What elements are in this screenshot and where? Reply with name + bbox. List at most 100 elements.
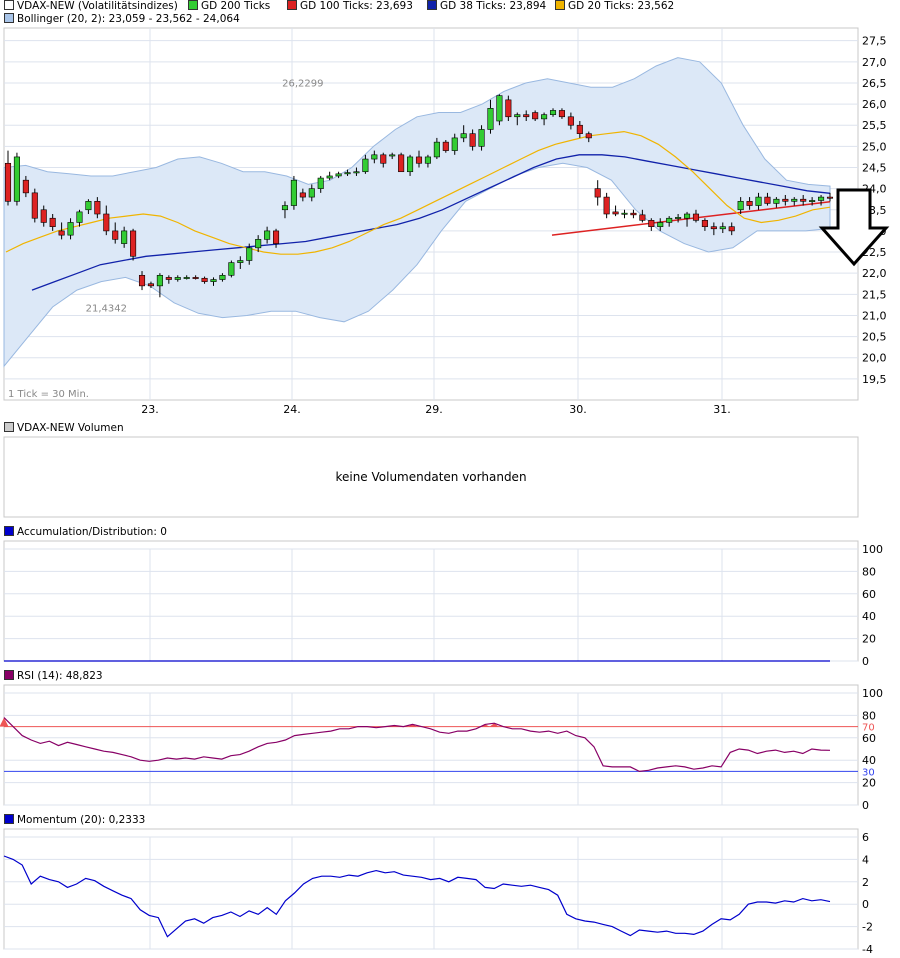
candle-body	[156, 274, 163, 287]
candle-body	[174, 277, 181, 280]
candle-body	[701, 220, 708, 227]
candle-body	[639, 214, 646, 221]
candle-body	[469, 133, 476, 147]
candle-body	[192, 277, 199, 279]
candle-body	[398, 154, 405, 173]
x-tick-label: 31.	[713, 403, 731, 416]
candle-body	[621, 212, 628, 215]
candle-body	[76, 211, 83, 223]
y-tick-label: 27,0	[862, 56, 887, 69]
x-tick-label: 24.	[283, 403, 301, 416]
candle-body	[264, 230, 271, 240]
y-tick-label: 2	[862, 876, 869, 889]
y-tick-label: 60	[862, 588, 876, 601]
y-tick-label: 4	[862, 853, 869, 866]
price-panel: 19,520,020,521,021,522,022,523,023,524,0…	[3, 27, 890, 416]
candle-body	[31, 192, 38, 219]
candle-body	[657, 222, 664, 227]
candle-body	[424, 156, 431, 164]
y-tick-label: -4	[862, 943, 873, 956]
y-tick-label: 22,0	[862, 267, 887, 280]
y-tick-label: 21,5	[862, 288, 887, 301]
candle-body	[201, 277, 208, 282]
candle-body	[576, 124, 583, 134]
candle-body	[764, 196, 771, 204]
candle-body	[585, 133, 592, 139]
ad-panel-frame	[3, 540, 859, 662]
candle-body	[335, 173, 342, 177]
candle-body	[541, 114, 548, 120]
candle-body	[273, 230, 280, 244]
candle-body	[782, 198, 789, 202]
candle-body	[112, 230, 119, 240]
candle-body	[719, 226, 726, 230]
y-tick-label: 20,5	[862, 331, 887, 344]
y-tick-label: -2	[862, 921, 873, 934]
candle-body	[460, 133, 467, 139]
candle-body	[773, 198, 780, 204]
price-x-axis: 23. 24. 29. 30. 31.	[141, 403, 731, 416]
candle-body	[746, 201, 753, 206]
y-tick-label: 20	[862, 633, 876, 646]
chart-canvas: 19,520,020,521,021,522,022,523,023,524,0…	[0, 27, 890, 956]
y-tick-label: 0	[862, 799, 869, 812]
candle-body	[755, 196, 762, 206]
candle-body	[826, 196, 834, 199]
y-tick-label: 21,0	[862, 309, 887, 322]
candle-body	[809, 200, 816, 202]
candle-body	[138, 274, 146, 287]
candle-body	[255, 239, 262, 249]
volume-panel: keine Volumendaten vorhanden	[3, 436, 859, 518]
candle-body	[728, 226, 735, 232]
candle-body	[389, 154, 396, 157]
y-tick-label: 40	[862, 610, 876, 623]
candle-body	[380, 154, 387, 164]
candle-body	[603, 196, 610, 215]
candle-body	[49, 217, 56, 227]
candle-body	[433, 141, 440, 158]
y-tick-label: 100	[862, 543, 883, 556]
candle-body	[58, 230, 65, 236]
candle-body	[299, 192, 306, 198]
candle-body	[532, 112, 539, 120]
y-tick-label: 80	[862, 565, 876, 578]
candle-body	[103, 213, 110, 232]
x-tick-label: 23.	[141, 403, 159, 416]
rsi-lower-label: 30	[862, 767, 875, 778]
candle-body	[505, 99, 512, 118]
candle-body	[737, 201, 744, 211]
candle-body	[800, 198, 807, 202]
y-tick-label: 20,0	[862, 352, 887, 365]
candle-body	[281, 205, 289, 211]
y-tick-label: 0	[862, 898, 869, 911]
candle-body	[183, 277, 190, 279]
candle-body	[478, 129, 485, 147]
y-tick-label: 19,5	[862, 373, 887, 386]
candle-body	[353, 171, 360, 174]
candle-body	[487, 108, 494, 130]
y-tick-label: 26,5	[862, 77, 887, 90]
momentum-panel-frame	[3, 828, 859, 950]
candle-body	[130, 230, 137, 257]
candle-body	[442, 141, 449, 151]
no-volume-message: keine Volumendaten vorhanden	[335, 470, 526, 484]
y-tick-label: 26,0	[862, 98, 887, 111]
x-tick-label: 30.	[569, 403, 587, 416]
candle-body	[514, 114, 521, 118]
candle-body	[362, 158, 369, 173]
candle-body	[567, 116, 574, 126]
rsi-panel-frame	[3, 684, 859, 806]
y-tick-label: 80	[862, 709, 876, 722]
candle-body	[692, 213, 700, 221]
candle-body	[219, 274, 226, 280]
y-tick-label: 27,5	[862, 35, 887, 48]
candle-body	[612, 211, 619, 215]
candle-body	[326, 175, 333, 179]
candle-body	[40, 209, 47, 223]
candle-body	[121, 230, 128, 244]
candle-body	[415, 156, 423, 164]
candle-body	[246, 247, 253, 261]
candle-body	[147, 283, 154, 287]
candle-body	[451, 137, 458, 151]
y-tick-label: 6	[862, 831, 869, 844]
